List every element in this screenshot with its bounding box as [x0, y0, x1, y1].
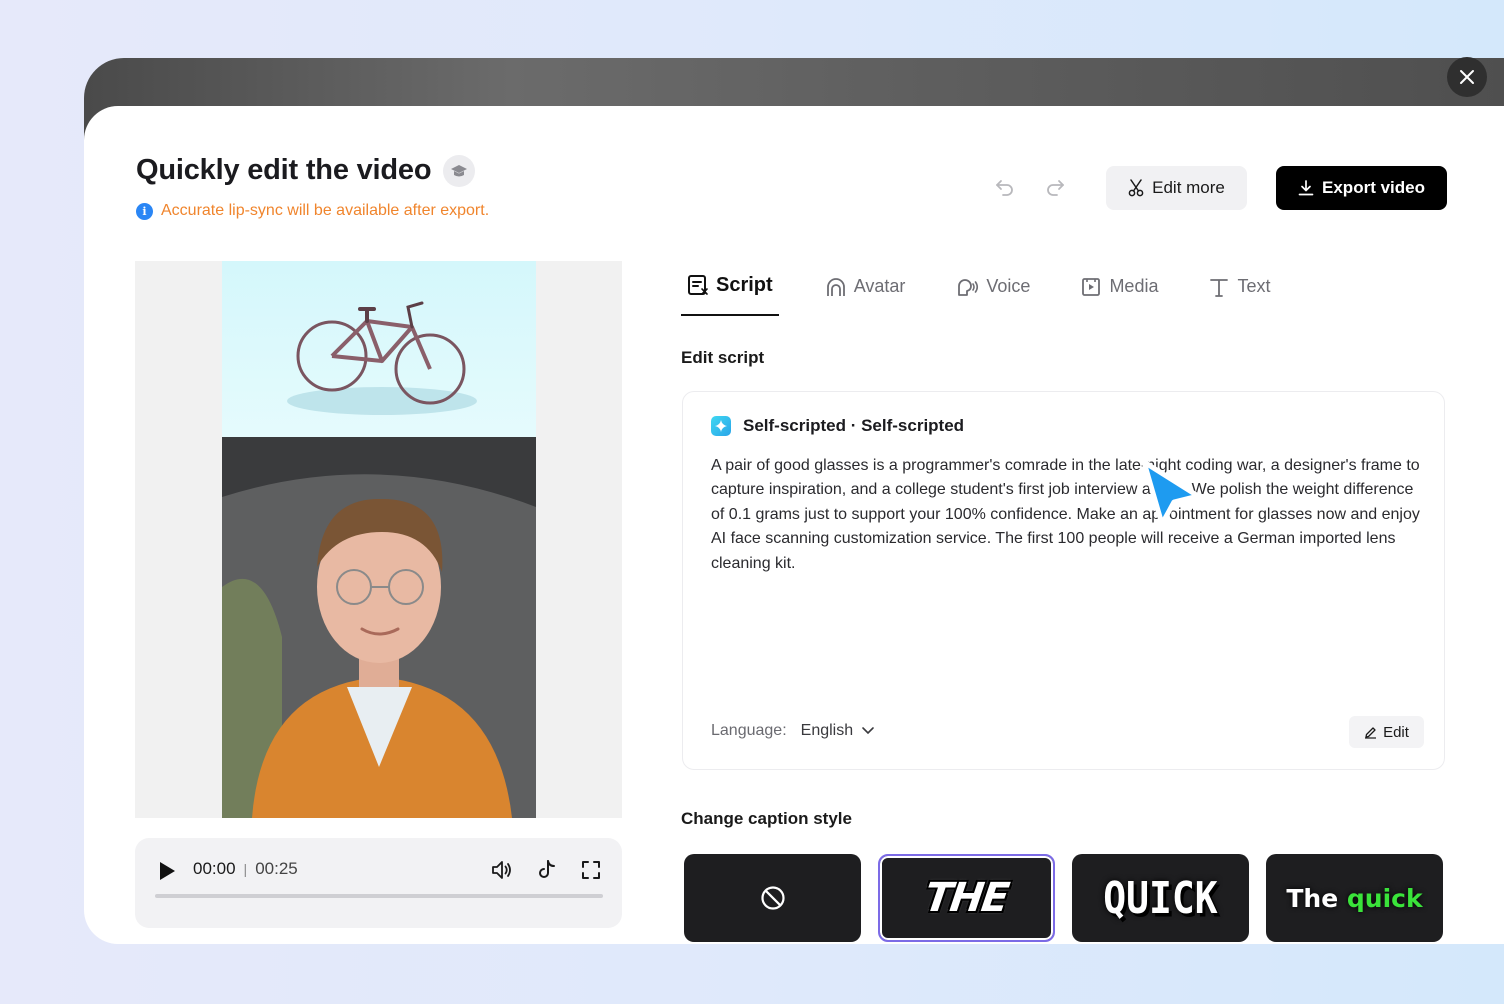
caption-style-list: THE QUICK The quick [684, 854, 1443, 942]
mouse-cursor [1132, 452, 1204, 537]
caption-style-the[interactable]: THE [878, 854, 1055, 942]
download-icon [1298, 180, 1314, 196]
caption-word-2: quick [1346, 883, 1423, 913]
sparkle-icon [711, 416, 731, 436]
edit-script-heading: Edit script [681, 348, 765, 367]
quick-edit-panel: Quickly edit the video i Accurate lip-sy… [84, 106, 1504, 944]
caption-style-heading: Change caption style [681, 809, 852, 828]
tab-voice-label: Voice [986, 276, 1031, 296]
avatar-presenter [222, 437, 536, 818]
chevron-down-icon [862, 727, 874, 735]
export-video-button[interactable]: Export video [1276, 166, 1447, 210]
tab-media-label: Media [1109, 276, 1159, 296]
volume-icon [492, 861, 511, 879]
tab-media[interactable]: Media [1074, 270, 1164, 316]
caption-style-the-quick-label: The quick [1286, 884, 1422, 913]
tiktok-icon [539, 860, 555, 878]
text-icon [1210, 279, 1229, 297]
caption-style-none[interactable] [684, 854, 861, 942]
redo-button[interactable] [1045, 178, 1065, 201]
script-source: Self-scripted · Self-scripted [711, 416, 964, 436]
ban-icon [760, 886, 785, 910]
editor-tabs: Script Avatar Voice Media Text [681, 270, 1314, 316]
script-editor[interactable]: Self-scripted · Self-scripted A pair of … [682, 391, 1445, 770]
info-icon: i [136, 202, 153, 220]
graduation-cap-icon [451, 164, 468, 176]
edit-more-label: Edit more [1152, 178, 1225, 197]
edit-script-button[interactable]: Edit [1349, 716, 1424, 748]
voice-icon [958, 279, 979, 296]
caption-style-the-label: THE [922, 875, 1011, 921]
close-icon [1460, 70, 1474, 84]
video-frame [222, 261, 536, 818]
tiktok-button[interactable] [535, 858, 559, 887]
lip-sync-notice: i Accurate lip-sync will be available af… [136, 202, 489, 220]
close-button[interactable] [1447, 57, 1487, 97]
caption-style-quick-label: QUICK [1103, 872, 1218, 924]
language-label: Language: [711, 722, 787, 739]
volume-button[interactable] [490, 858, 514, 887]
tutorial-button[interactable] [443, 154, 476, 187]
edit-more-button[interactable]: Edit more [1106, 166, 1247, 210]
product-scene [222, 261, 536, 437]
script-text[interactable]: A pair of good glasses is a programmer's… [711, 454, 1423, 576]
progress-bar[interactable] [155, 894, 603, 898]
tab-avatar[interactable]: Avatar [819, 270, 912, 316]
tab-text-label: Text [1237, 276, 1271, 296]
tab-script[interactable]: Script [681, 270, 779, 316]
duration: 00:25 [255, 859, 298, 878]
fullscreen-icon [582, 861, 600, 879]
time-separator: | [243, 861, 248, 877]
time-display: 00:00 | 00:25 [193, 859, 298, 879]
language-selector: Language: English [711, 722, 875, 740]
avatar-icon [826, 278, 845, 296]
fullscreen-button[interactable] [579, 858, 603, 887]
cursor-arrow-icon [1141, 459, 1201, 527]
play-icon [160, 862, 175, 880]
caption-style-quick[interactable]: QUICK [1072, 854, 1249, 942]
script-source-label: Self-scripted · Self-scripted [743, 416, 965, 435]
redo-icon [1047, 180, 1064, 196]
edit-script-label: Edit [1383, 723, 1409, 741]
caption-style-the-quick[interactable]: The quick [1266, 854, 1443, 942]
video-preview[interactable] [135, 261, 622, 818]
script-icon [688, 275, 708, 295]
caption-word-1: The [1286, 883, 1339, 913]
export-video-label: Export video [1322, 178, 1425, 197]
page-title: Quickly edit the video [136, 154, 432, 186]
tab-avatar-label: Avatar [853, 276, 906, 296]
tab-script-label: Script [716, 274, 773, 296]
tab-voice[interactable]: Voice [949, 270, 1036, 316]
tab-text[interactable]: Text [1202, 270, 1276, 316]
notice-text: Accurate lip-sync will be available afte… [161, 202, 490, 219]
undo-icon [996, 180, 1013, 196]
pencil-icon [1365, 726, 1377, 739]
media-icon [1082, 278, 1101, 296]
current-time: 00:00 [193, 859, 236, 878]
language-dropdown[interactable]: English [801, 722, 875, 740]
undo-button[interactable] [995, 178, 1015, 201]
language-value: English [800, 722, 854, 739]
play-button[interactable] [157, 860, 177, 887]
scissors-icon [1128, 179, 1144, 197]
player-controls: 00:00 | 00:25 [135, 838, 622, 928]
presenter-image [222, 437, 536, 818]
bicycle-image [287, 301, 477, 415]
title-row: Quickly edit the video [136, 154, 476, 187]
